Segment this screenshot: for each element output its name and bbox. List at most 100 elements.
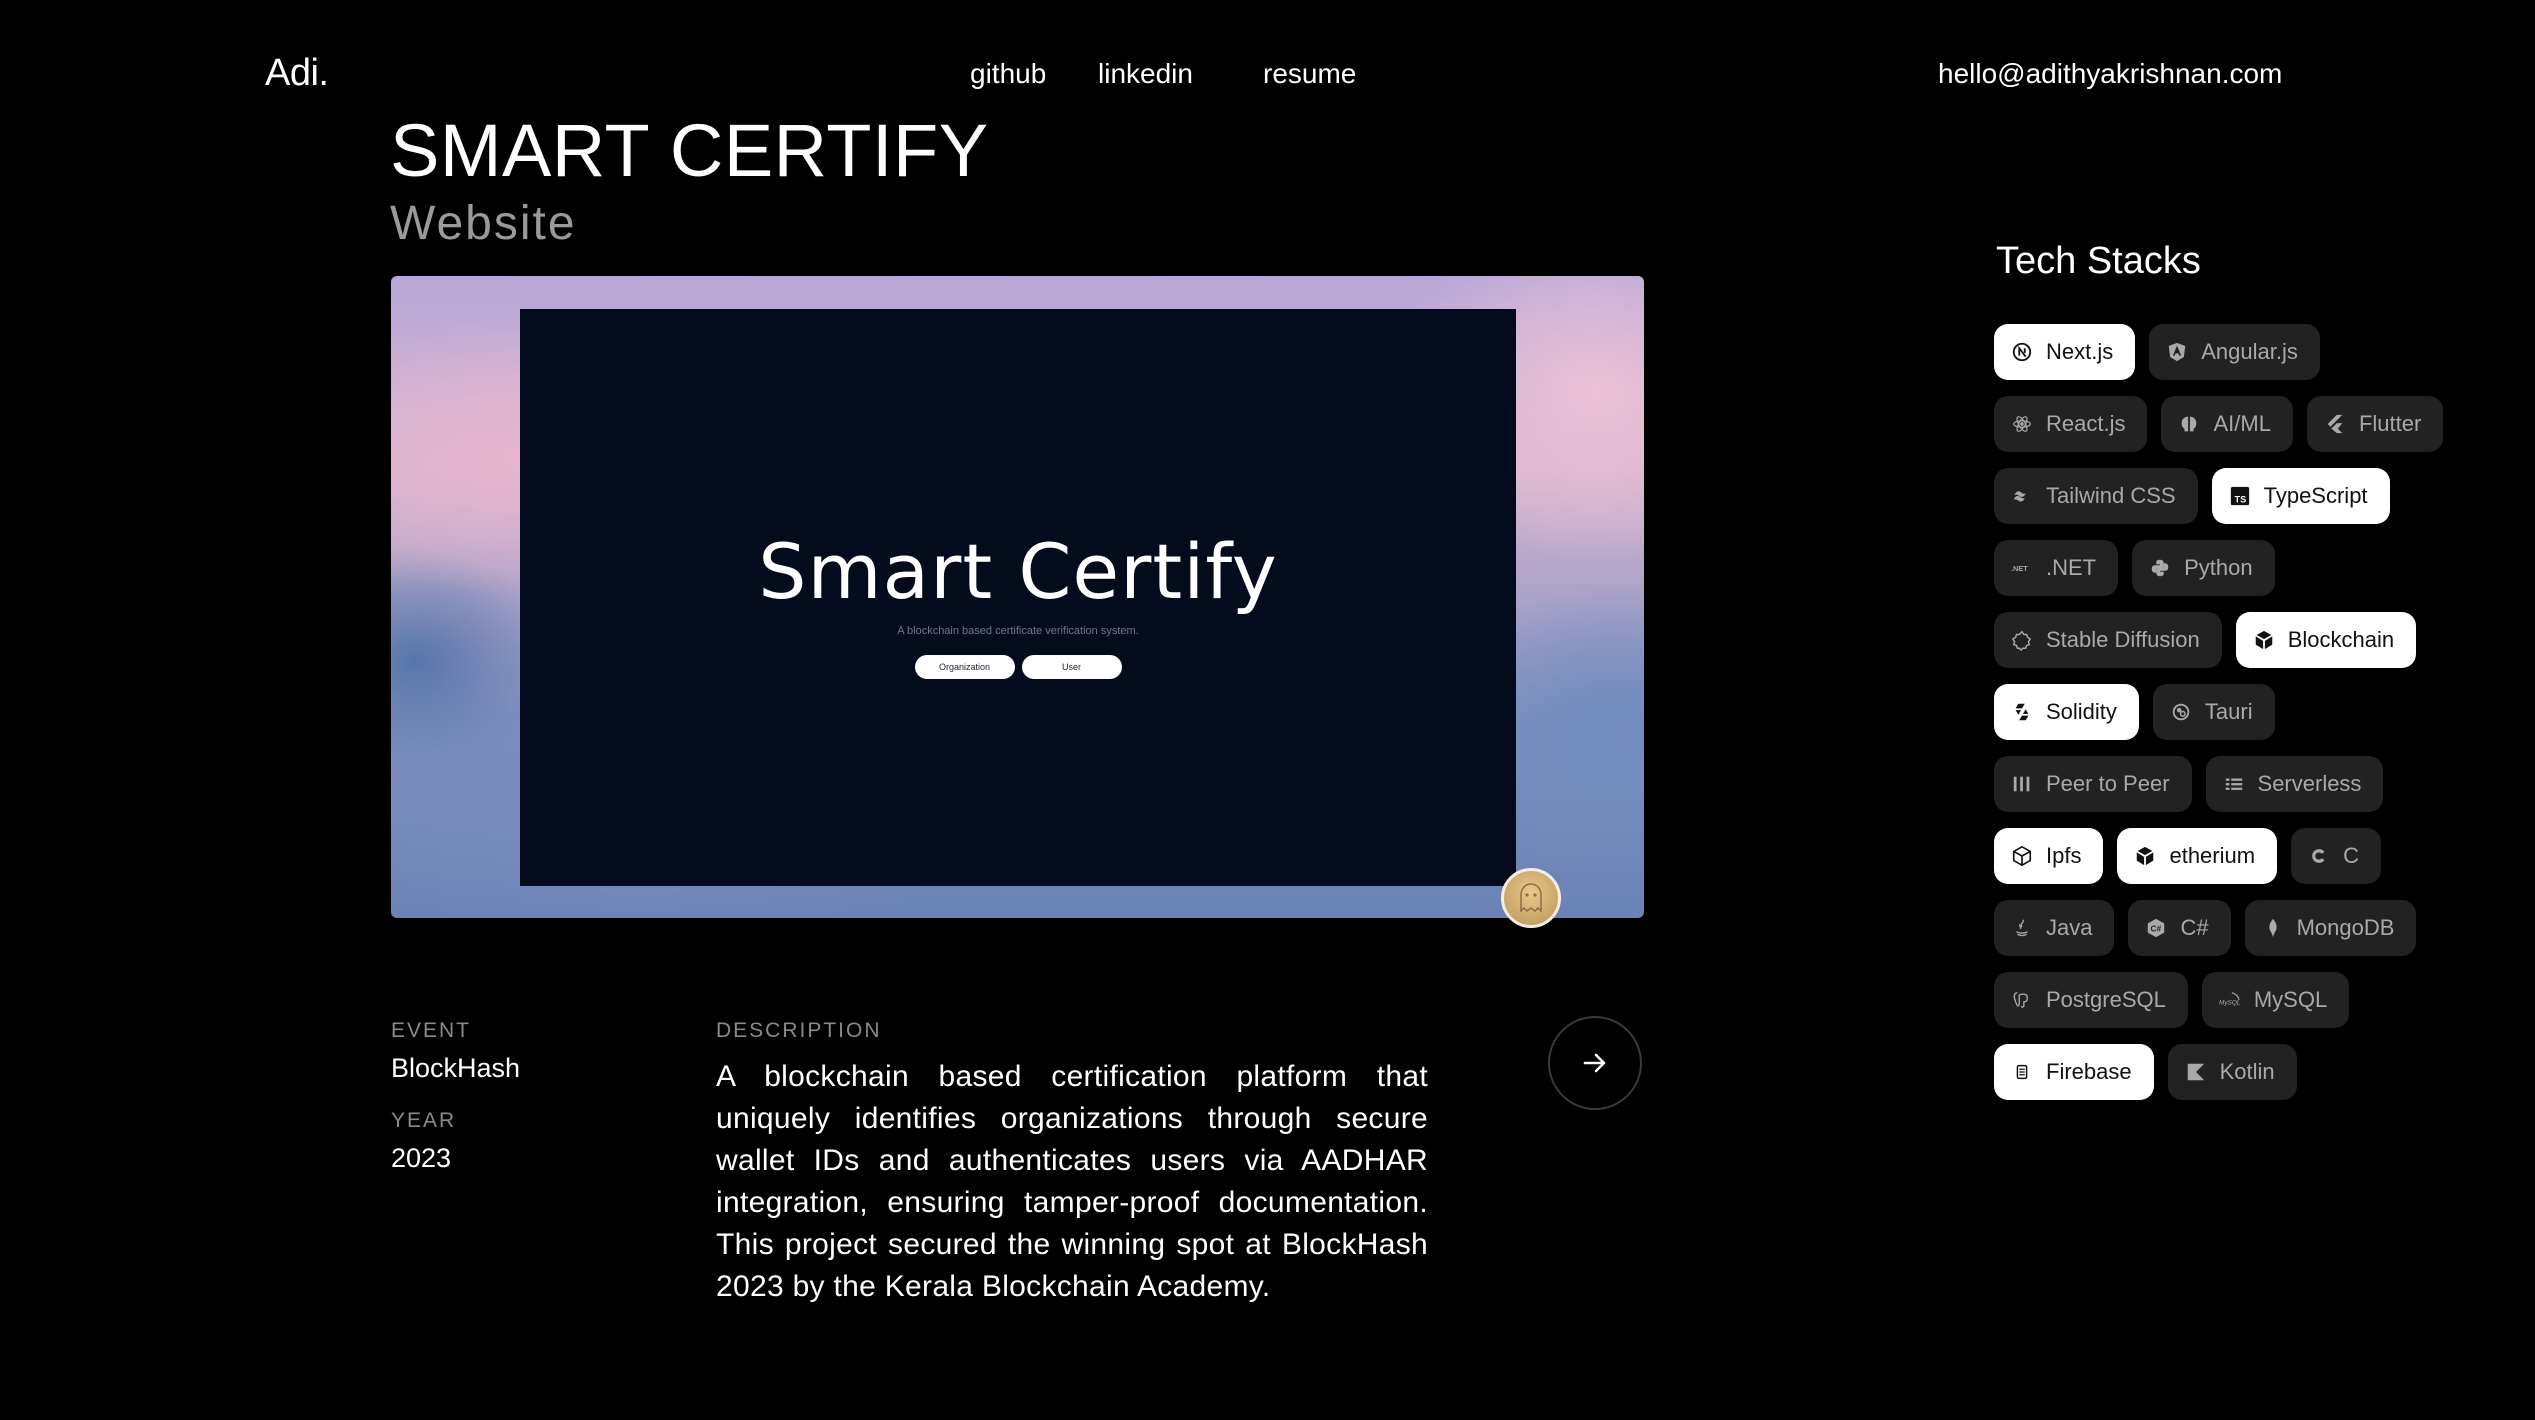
tech-chip-label: Ipfs [2046, 843, 2082, 868]
tech-chip-flutter[interactable]: Flutter [2306, 396, 2444, 452]
preview-title: Smart Certify [758, 527, 1278, 616]
postgresql-icon [2010, 988, 2034, 1012]
tech-chip-kotlin[interactable]: Kotlin [2167, 1044, 2297, 1100]
tech-chip-mongodb[interactable]: MongoDB [2244, 900, 2417, 956]
tech-chip-stable-diffusion[interactable]: Stable Diffusion [1994, 612, 2222, 668]
project-preview-image: Smart Certify A blockchain based certifi… [391, 276, 1644, 918]
tech-chip-label: Blockchain [2287, 627, 2395, 652]
tech-chip-label: Stable Diffusion [2046, 627, 2200, 652]
tech-chip-java[interactable]: Java [1994, 900, 2115, 956]
tech-stack-row: Ipfs etherium C [1994, 828, 2381, 884]
react-icon [2010, 412, 2034, 436]
tech-stack-row: Next.js Angular.js [1994, 324, 2320, 380]
tech-chip-serverless[interactable]: Serverless [2205, 756, 2384, 812]
tech-chip-label: C [2343, 843, 2359, 868]
tech-stack-row: Firebase Kotlin [1994, 1044, 2297, 1100]
tech-chip-label: C# [2180, 915, 2209, 940]
tech-chip-label: TypeScript [2263, 483, 2368, 508]
tech-chip-blockchain[interactable]: Blockchain [2235, 612, 2417, 668]
tech-chip-label: Solidity [2046, 699, 2117, 724]
tech-chip-solidity[interactable]: Solidity [1994, 684, 2139, 740]
nav-resume[interactable]: resume [1263, 58, 1356, 90]
kotlin-icon [2184, 1060, 2208, 1084]
ghost-icon [1520, 883, 1542, 913]
firebase-icon [2010, 1060, 2034, 1084]
preview-subtitle: A blockchain based certificate verificat… [897, 625, 1139, 637]
tech-chip-csharp[interactable]: C# C# [2128, 900, 2231, 956]
tech-chip-react[interactable]: React.js [1994, 396, 2148, 452]
tech-stack-row: Peer to Peer Serverless [1994, 756, 2384, 812]
site-logo[interactable]: Adi. [265, 52, 329, 95]
preview-buttons: Organization User [520, 655, 1516, 679]
tech-stack-row: .NET .NET Python [1994, 540, 2275, 596]
angular-icon [2165, 340, 2189, 364]
typescript-icon: TS [2228, 484, 2252, 508]
tech-chip-nextjs[interactable]: Next.js [1994, 324, 2136, 380]
tech-chip-label: .NET [2046, 555, 2097, 580]
java-icon [2010, 916, 2034, 940]
nextjs-icon [2010, 340, 2034, 364]
preview-organization-button: Organization [914, 655, 1015, 679]
next-project-button[interactable] [1548, 1016, 1642, 1110]
event-label: EVENT [391, 1019, 472, 1042]
svg-text:TS: TS [2234, 494, 2246, 504]
tech-chip-ethereum[interactable]: etherium [2117, 828, 2278, 884]
tech-chip-label: MySQL [2253, 987, 2328, 1012]
serverless-icon [2222, 772, 2246, 796]
tech-chip-label: AI/ML [2213, 411, 2271, 436]
stable-diffusion-icon [2010, 628, 2034, 652]
avatar [1501, 868, 1561, 928]
tech-chip-angular[interactable]: Angular.js [2149, 324, 2320, 380]
solidity-icon [2010, 700, 2034, 724]
nav-github[interactable]: github [970, 58, 1046, 90]
year-value: 2023 [391, 1143, 452, 1173]
tech-chip-label: Serverless [2257, 771, 2362, 796]
tech-chip-peer-to-peer[interactable]: Peer to Peer [1994, 756, 2192, 812]
event-value: BlockHash [391, 1053, 521, 1083]
tech-stacks-title: Tech Stacks [1996, 240, 2201, 282]
blockchain-icon [2252, 628, 2276, 652]
brain-icon [2177, 412, 2201, 436]
tech-chip-python[interactable]: Python [2132, 540, 2275, 596]
tech-chip-ipfs[interactable]: Ipfs [1994, 828, 2104, 884]
tech-chip-label: PostgreSQL [2046, 987, 2166, 1012]
svg-text:C#: C# [2151, 925, 2162, 934]
tech-chip-tailwind[interactable]: Tailwind CSS [1994, 468, 2198, 524]
project-description: A blockchain based certification platfor… [716, 1060, 1428, 1303]
tech-chip-label: React.js [2046, 411, 2126, 436]
svg-text:MySQL: MySQL [2219, 1000, 2241, 1007]
tech-stack-row: Tailwind CSS TS TypeScript [1994, 468, 2390, 524]
tech-chip-brain[interactable]: AI/ML [2161, 396, 2293, 452]
tech-chip-label: Peer to Peer [2046, 771, 2170, 796]
tech-chip-dotnet[interactable]: .NET .NET [1994, 540, 2119, 596]
flutter-icon [2323, 412, 2347, 436]
preview-screen: Smart Certify A blockchain based certifi… [520, 309, 1516, 886]
preview-user-button: User [1021, 655, 1122, 679]
tech-chip-tauri[interactable]: Tauri [2152, 684, 2275, 740]
tech-chip-label: Angular.js [2201, 339, 2298, 364]
tech-chip-label: Next.js [2046, 339, 2114, 364]
csharp-icon: C# [2144, 916, 2168, 940]
tech-chip-label: Flutter [2358, 411, 2422, 436]
mysql-icon: MySQL [2218, 988, 2242, 1012]
dotnet-icon: .NET [2010, 556, 2034, 580]
tech-chip-label: Java [2046, 915, 2093, 940]
nav-linkedin[interactable]: linkedin [1098, 58, 1193, 90]
tech-chip-typescript[interactable]: TS TypeScript [2211, 468, 2390, 524]
tech-chip-c[interactable]: C [2291, 828, 2381, 884]
tech-stack-row: Stable Diffusion Blockchain [1994, 612, 2417, 668]
tech-chip-postgresql[interactable]: PostgreSQL [1994, 972, 2188, 1028]
svg-text:.NET: .NET [2011, 564, 2028, 573]
peer-to-peer-icon [2010, 772, 2034, 796]
tech-chip-label: Tauri [2204, 699, 2253, 724]
c-icon [2307, 844, 2331, 868]
project-title: SMART CERTIFY [390, 109, 989, 192]
tech-chip-mysql[interactable]: MySQL MySQL [2201, 972, 2350, 1028]
tech-stack-row: Java C# C# MongoDB [1994, 900, 2417, 956]
email-link[interactable]: hello@adithyakrishnan.com [1938, 58, 2282, 90]
tech-chip-firebase[interactable]: Firebase [1994, 1044, 2154, 1100]
tech-chip-label: MongoDB [2296, 915, 2395, 940]
mongodb-icon [2261, 916, 2285, 940]
year-label: YEAR [391, 1109, 457, 1132]
tech-chip-label: Kotlin [2219, 1059, 2275, 1084]
